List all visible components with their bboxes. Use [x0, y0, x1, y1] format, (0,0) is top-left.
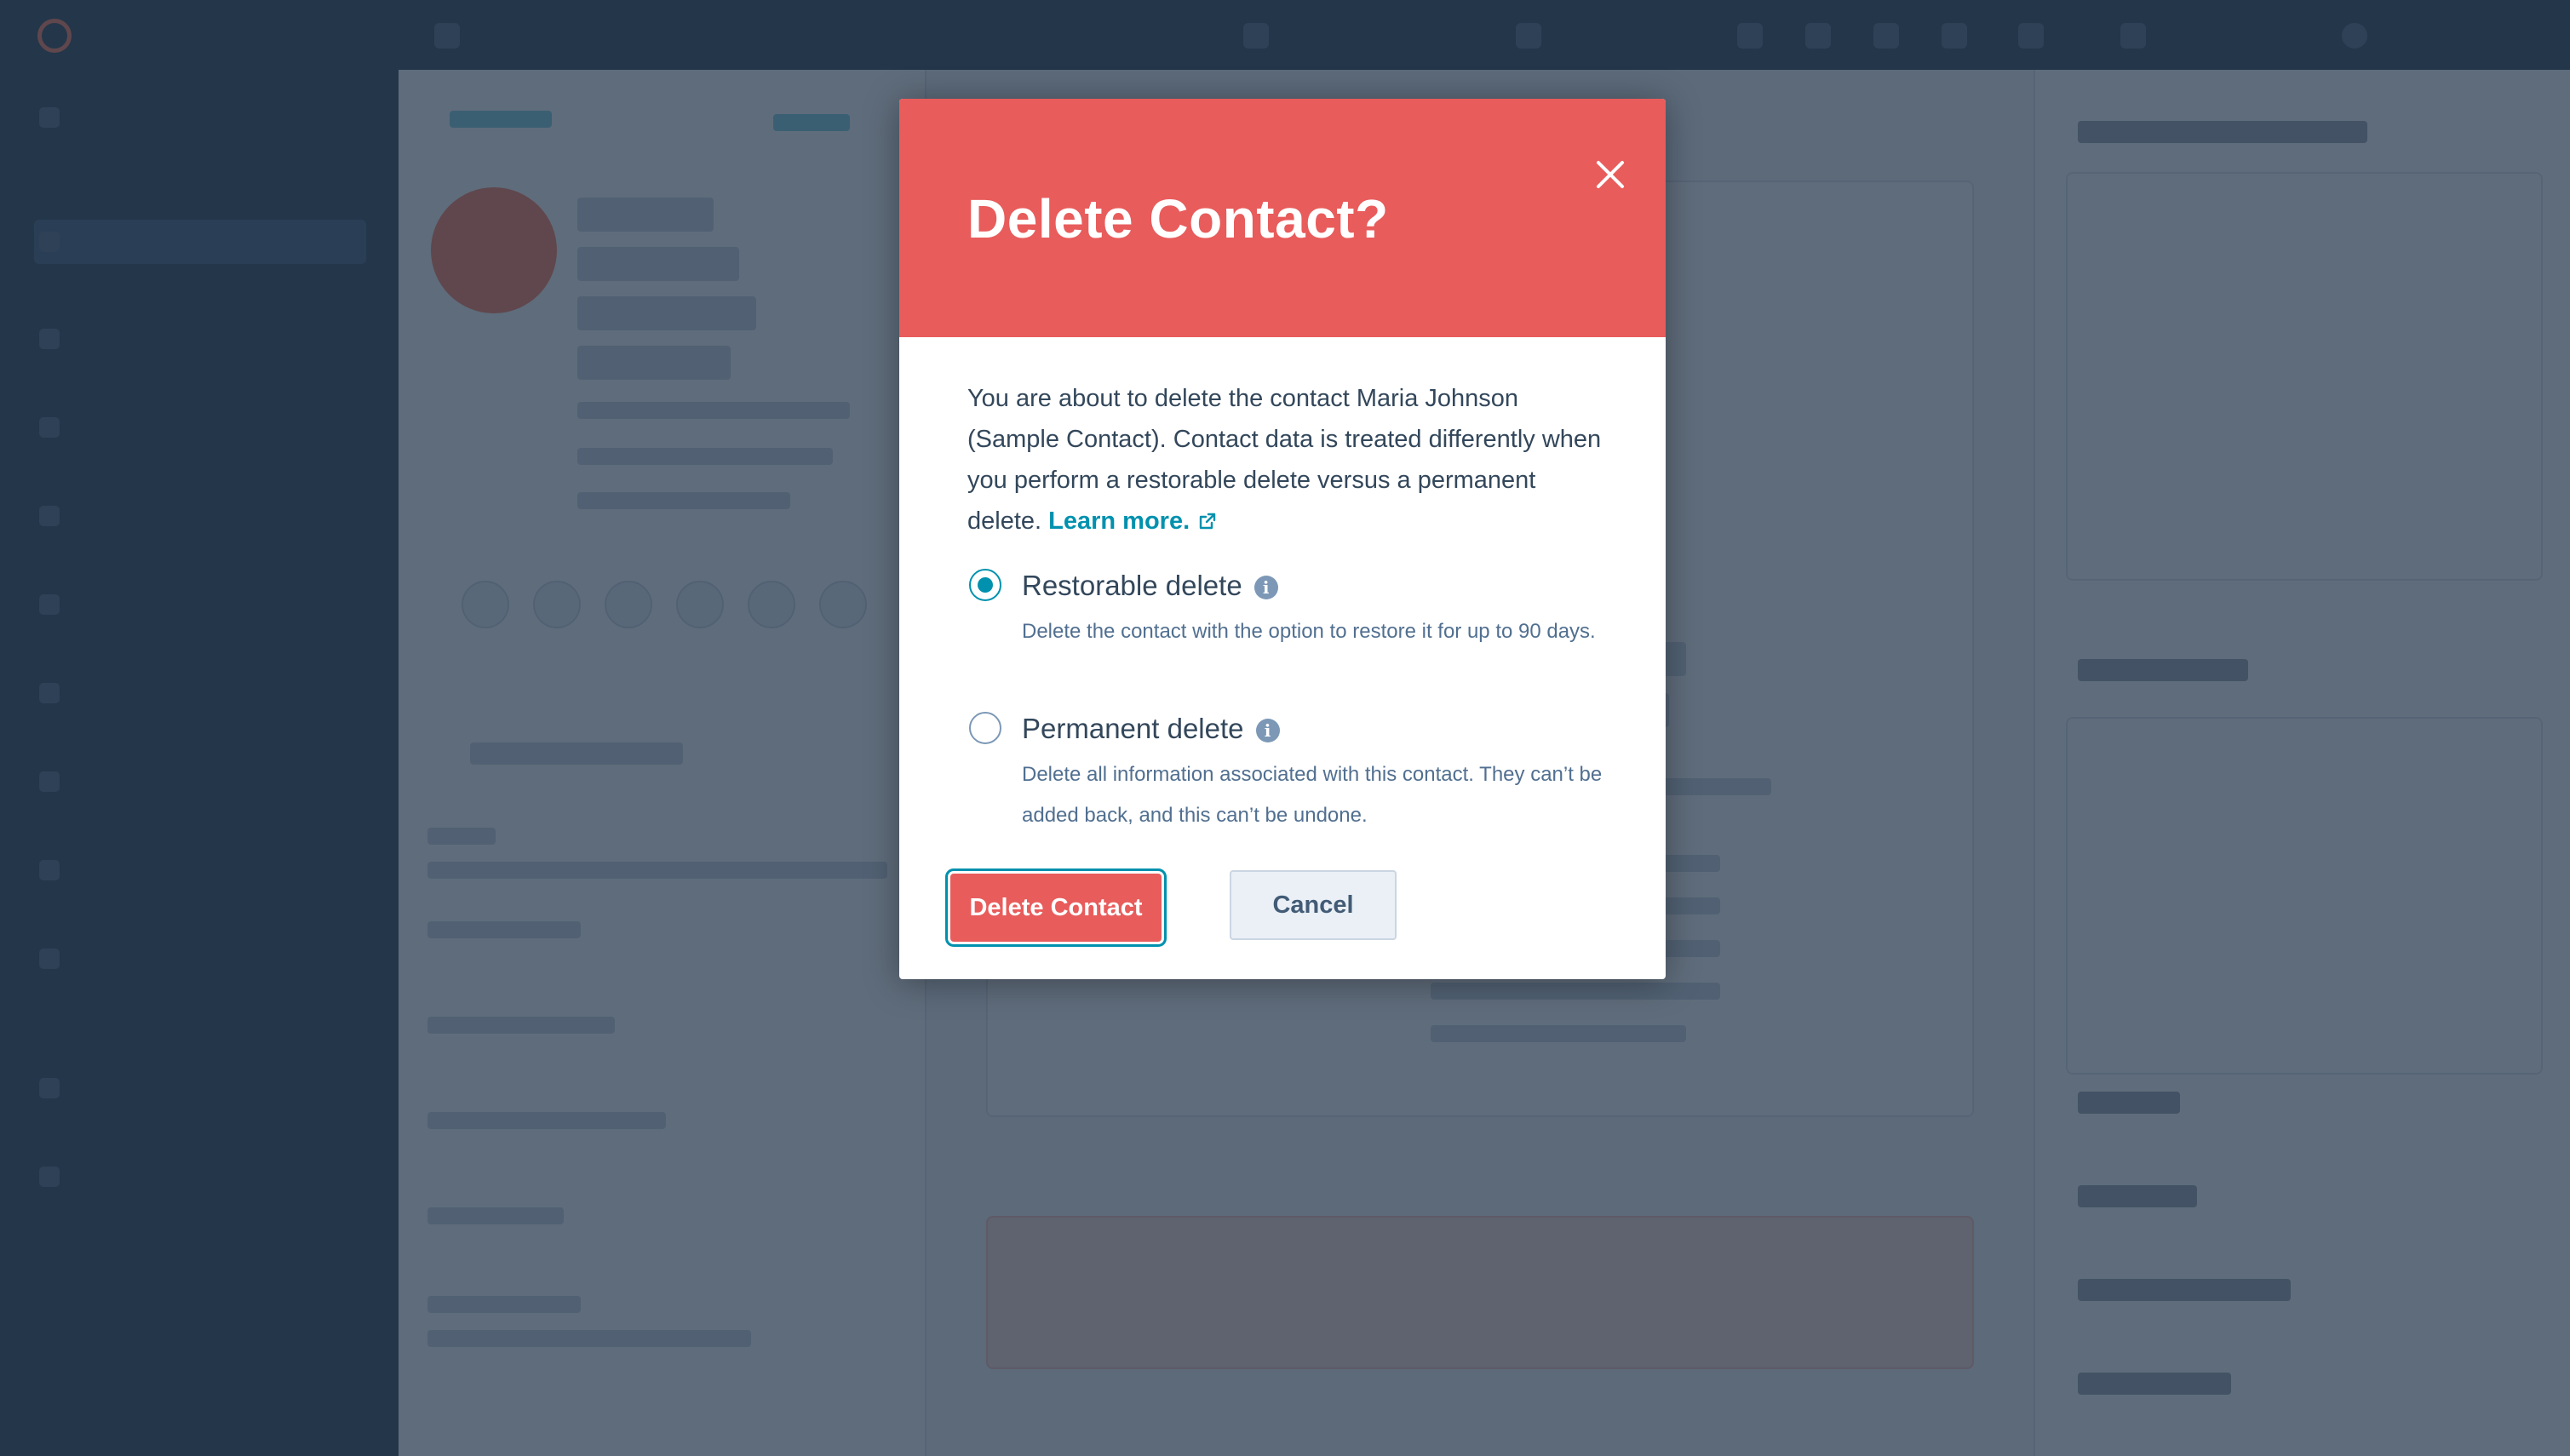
restorable-delete-help: Delete the contact with the option to re… — [1022, 620, 1596, 643]
info-icon[interactable]: i — [1253, 576, 1278, 599]
info-icon[interactable]: i — [1255, 719, 1280, 742]
permanent-delete-radio[interactable] — [969, 712, 1001, 744]
permanent-delete-label[interactable]: Permanent delete i — [1022, 710, 1280, 748]
external-link-icon — [1199, 513, 1216, 530]
delete-contact-button[interactable]: Delete Contact — [950, 874, 1162, 942]
close-icon — [1597, 161, 1624, 188]
permanent-delete-help: Delete all information associated with t… — [1022, 763, 1603, 827]
cancel-button[interactable]: Cancel — [1230, 870, 1397, 940]
dialog-title: Delete Contact? — [967, 188, 1389, 249]
dialog-description: You are about to delete the contact Mari… — [967, 378, 1615, 542]
dialog-header: Delete Contact? — [899, 99, 1666, 337]
learn-more-label: Learn more. — [1048, 507, 1190, 535]
restorable-delete-label[interactable]: Restorable delete i — [1022, 567, 1278, 605]
dialog-body: You are about to delete the contact Mari… — [967, 378, 1615, 542]
restorable-delete-radio[interactable] — [969, 569, 1001, 601]
delete-contact-dialog: Delete Contact? You are about to delete … — [899, 99, 1666, 979]
close-button[interactable] — [1572, 136, 1649, 213]
learn-more-link[interactable]: Learn more. — [1048, 507, 1217, 535]
